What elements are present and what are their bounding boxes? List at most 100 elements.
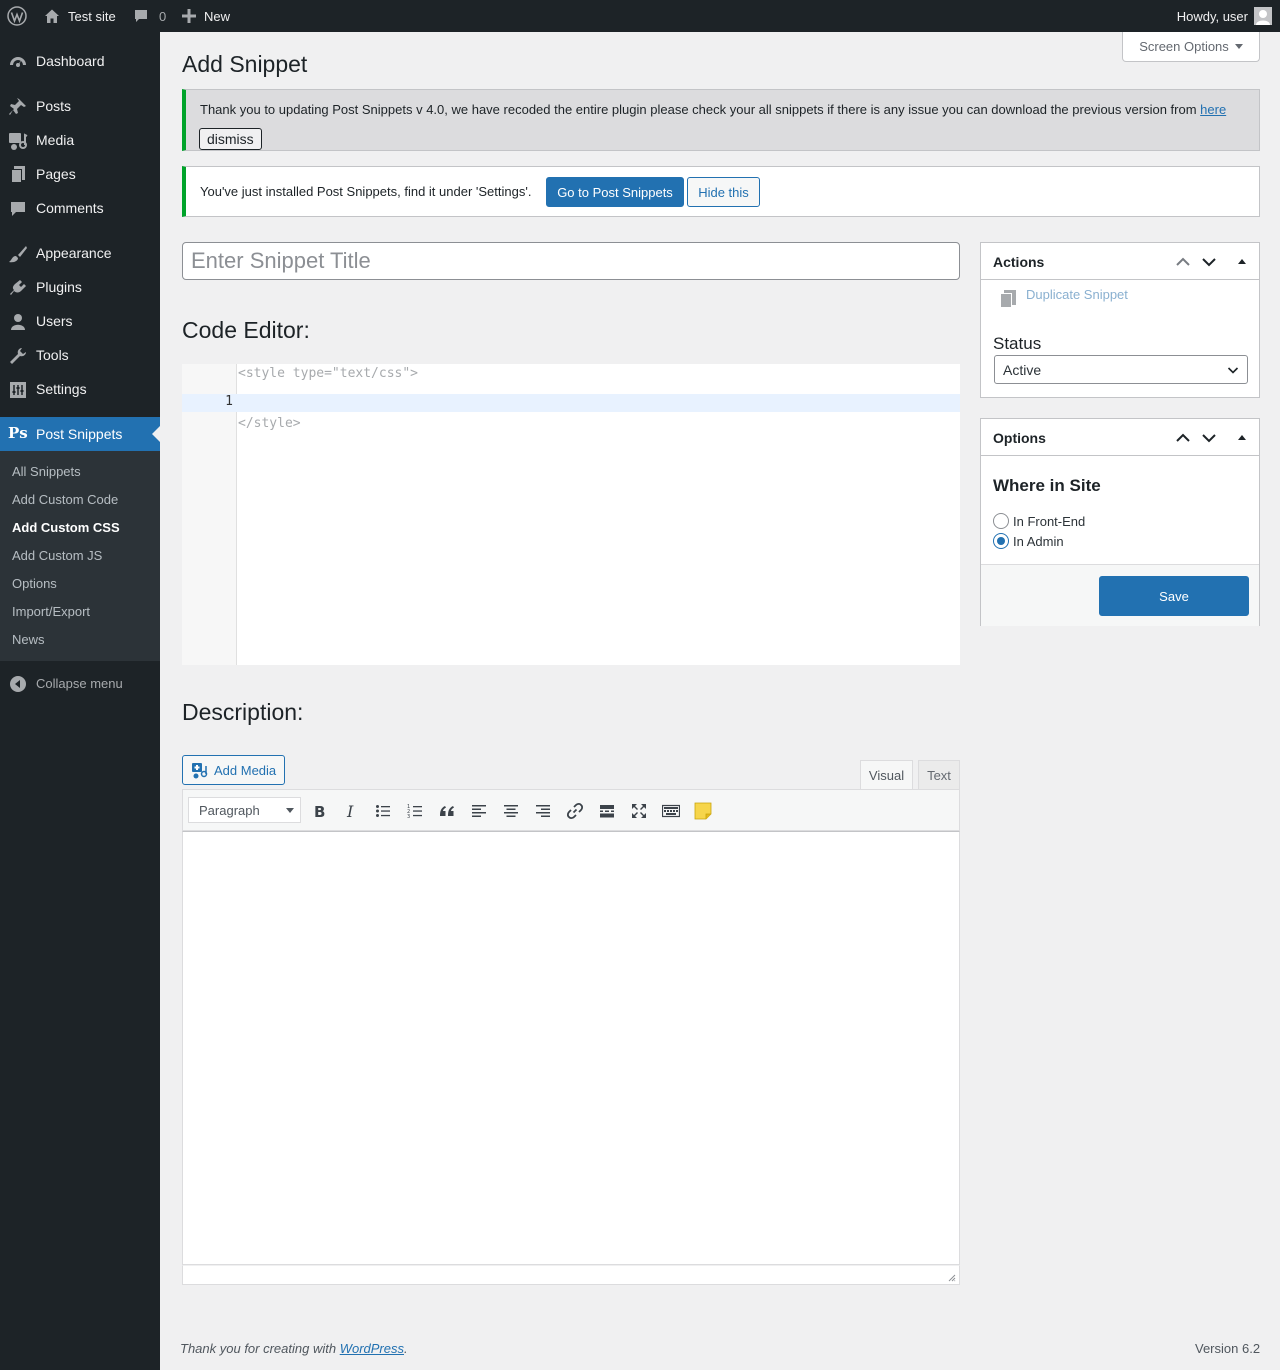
radio-admin-label: In Admin xyxy=(1013,533,1064,549)
menu-posts[interactable]: Posts xyxy=(0,89,160,123)
pages-icon xyxy=(8,165,28,185)
chevron-down-icon xyxy=(1227,364,1239,376)
previous-version-link[interactable]: here xyxy=(1200,102,1226,117)
tab-visual[interactable]: Visual xyxy=(860,760,913,790)
menu-appearance[interactable]: Appearance xyxy=(0,236,160,270)
align-center-button[interactable] xyxy=(499,799,523,823)
radio-front-end[interactable] xyxy=(993,513,1009,529)
submenu-add-custom-code[interactable]: Add Custom Code xyxy=(12,492,118,507)
collapse-menu-button[interactable]: Collapse menu xyxy=(0,666,160,700)
upgrade-notice: Thank you to updating Post Snippets v 4.… xyxy=(182,89,1260,151)
dismiss-button[interactable]: dismiss xyxy=(199,128,262,150)
keyboard-icon xyxy=(662,804,680,818)
status-select[interactable]: Active xyxy=(994,355,1248,384)
bold-icon: B xyxy=(314,803,325,819)
comment-icon xyxy=(8,199,28,219)
radio-admin[interactable] xyxy=(993,533,1009,549)
save-button[interactable]: Save xyxy=(1099,576,1249,616)
numbered-list-icon: 123 xyxy=(407,804,422,819)
collapse-triangle-icon[interactable] xyxy=(1233,253,1251,271)
align-left-icon xyxy=(472,805,486,817)
italic-button[interactable]: I xyxy=(339,799,363,823)
submenu-import-export[interactable]: Import/Export xyxy=(12,604,90,619)
collapse-triangle-icon[interactable] xyxy=(1233,429,1251,447)
menu-dashboard[interactable]: Dashboard xyxy=(0,44,160,78)
menu-dashboard-label: Dashboard xyxy=(36,53,105,69)
submenu-add-custom-css[interactable]: Add Custom CSS xyxy=(12,520,120,535)
menu-tools-label: Tools xyxy=(36,347,69,363)
screen-options-button[interactable]: Screen Options xyxy=(1122,32,1260,62)
menu-pages[interactable]: Pages xyxy=(0,157,160,191)
submenu-all-snippets[interactable]: All Snippets xyxy=(12,464,81,479)
code-editor[interactable]: 1 <style type="text/css"> </style> xyxy=(182,364,960,665)
quote-icon xyxy=(440,806,454,816)
hide-this-button[interactable]: Hide this xyxy=(687,177,760,207)
menu-tools[interactable]: Tools xyxy=(0,338,160,372)
wrench-icon xyxy=(8,346,28,366)
account-menu[interactable]: Howdy, user xyxy=(1177,0,1272,32)
editor-statusbar xyxy=(182,1265,960,1285)
fullscreen-button[interactable] xyxy=(627,799,651,823)
menu-plugins-label: Plugins xyxy=(36,279,82,295)
menu-plugins[interactable]: Plugins xyxy=(0,270,160,304)
align-right-button[interactable] xyxy=(531,799,555,823)
menu-post-snippets[interactable]: Ps Post Snippets xyxy=(0,417,160,451)
align-left-button[interactable] xyxy=(467,799,491,823)
post-snippets-submenu: All Snippets Add Custom Code Add Custom … xyxy=(0,451,160,661)
submenu-options[interactable]: Options xyxy=(12,576,57,591)
add-media-icon xyxy=(191,761,209,779)
code-active-line xyxy=(182,394,960,412)
radio-front-end-row[interactable]: In Front-End xyxy=(993,513,1085,529)
site-name-label: Test site xyxy=(68,8,116,24)
svg-text:B: B xyxy=(314,803,325,819)
site-name-link[interactable]: Test site xyxy=(44,0,116,32)
chevron-up-icon[interactable] xyxy=(1174,253,1192,271)
menu-posts-label: Posts xyxy=(36,98,72,114)
bullet-list-button[interactable] xyxy=(371,799,395,823)
options-footer: Save xyxy=(981,564,1259,626)
read-more-button[interactable] xyxy=(595,799,619,823)
radio-admin-row[interactable]: In Admin xyxy=(993,533,1064,549)
menu-media[interactable]: Media xyxy=(0,123,160,157)
duplicate-snippet-link[interactable]: Duplicate Snippet xyxy=(1026,287,1128,302)
home-icon xyxy=(44,8,60,24)
actions-title: Actions xyxy=(993,254,1045,270)
installed-notice-text: You've just installed Post Snippets, fin… xyxy=(200,184,532,199)
svg-text:I: I xyxy=(346,803,354,819)
toolbar-toggle-button[interactable] xyxy=(659,799,683,823)
menu-pages-label: Pages xyxy=(36,166,76,182)
numbered-list-button[interactable]: 123 xyxy=(403,799,427,823)
menu-comments-label: Comments xyxy=(36,200,104,216)
menu-settings-label: Settings xyxy=(36,381,87,397)
chevron-up-icon[interactable] xyxy=(1174,429,1192,447)
menu-comments[interactable]: Comments xyxy=(0,191,160,225)
wordpress-link[interactable]: WordPress xyxy=(340,1341,404,1356)
submenu-add-custom-js[interactable]: Add Custom JS xyxy=(12,548,102,563)
snippet-title-input[interactable]: Enter Snippet Title xyxy=(182,242,960,280)
bold-button[interactable]: B xyxy=(307,799,331,823)
admin-bar: Test site 0 New Howdy, user xyxy=(0,0,1280,32)
sticky-note-icon xyxy=(694,802,712,820)
admin-sidebar: Dashboard Posts Media Pages Comments App… xyxy=(0,32,160,1370)
resize-handle-icon[interactable] xyxy=(946,1272,956,1282)
description-editor-body[interactable] xyxy=(182,831,960,1265)
comment-icon xyxy=(133,8,149,24)
insert-link-button[interactable] xyxy=(563,799,587,823)
new-content-link[interactable]: New xyxy=(182,0,230,32)
blockquote-button[interactable] xyxy=(435,799,459,823)
editor-toolbar: Paragraph B I 123 xyxy=(182,789,960,831)
menu-users[interactable]: Users xyxy=(0,304,160,338)
wordpress-logo-icon[interactable] xyxy=(7,0,27,32)
submenu-news[interactable]: News xyxy=(12,632,45,647)
chevron-down-icon[interactable] xyxy=(1200,253,1218,271)
chevron-down-icon[interactable] xyxy=(1200,429,1218,447)
format-select[interactable]: Paragraph xyxy=(188,797,301,823)
snippets-button[interactable] xyxy=(691,799,715,823)
comments-link[interactable]: 0 xyxy=(133,0,166,32)
go-to-post-snippets-button[interactable]: Go to Post Snippets xyxy=(546,177,684,207)
add-media-button[interactable]: Add Media xyxy=(182,755,285,785)
link-icon xyxy=(566,802,584,820)
plus-icon xyxy=(182,9,196,23)
menu-settings[interactable]: Settings xyxy=(0,372,160,406)
tab-text[interactable]: Text xyxy=(918,760,960,790)
